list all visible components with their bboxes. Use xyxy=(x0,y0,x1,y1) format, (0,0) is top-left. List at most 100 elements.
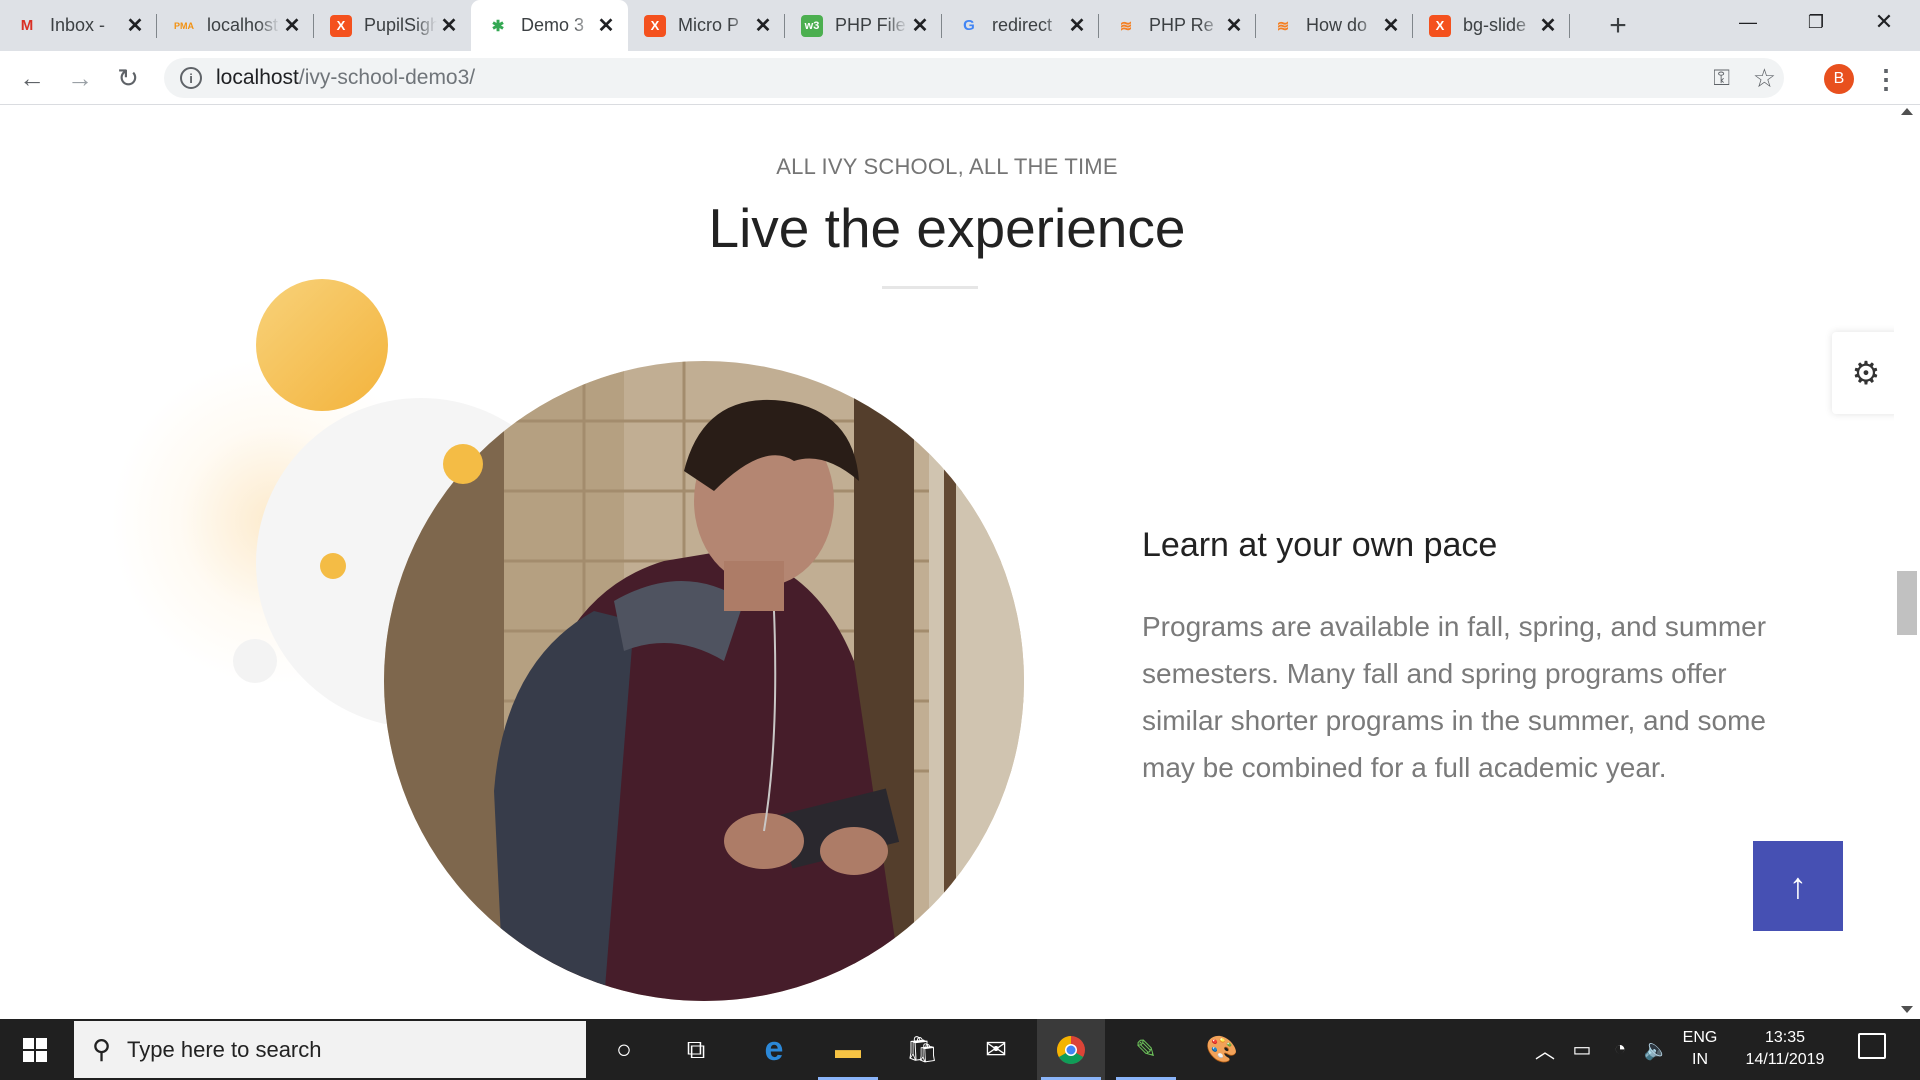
tab-close-icon[interactable]: ✕ xyxy=(751,14,775,38)
search-placeholder: Type here to search xyxy=(127,1036,322,1062)
notifications-icon[interactable] xyxy=(1858,1033,1886,1059)
tab-title: PupilSight xyxy=(364,15,437,35)
tab-favicon-icon: PMA xyxy=(174,20,194,31)
show-hidden-icons-chevron-icon[interactable]: ︿ xyxy=(1530,1019,1560,1080)
wifi-icon[interactable]: ◔ xyxy=(1604,1019,1636,1080)
bookmark-star-icon[interactable]: ☆ xyxy=(1753,63,1776,94)
scroll-up-arrow-icon[interactable] xyxy=(1901,108,1913,115)
tab-title: PHP File xyxy=(835,15,906,35)
tab-close-icon[interactable]: ✕ xyxy=(1536,14,1560,38)
region-code: IN xyxy=(1692,1051,1708,1068)
browser-tab[interactable]: X Micro P ✕ xyxy=(628,0,785,51)
address-bar[interactable]: i localhost/ivy-school-demo3/ ⚿ ☆ xyxy=(164,58,1784,98)
windows-taskbar: ⚲ Type here to search ○ ⧉ e ▬ 🛍 ✉ ✎ 🎨 ︿ … xyxy=(0,1019,1920,1080)
taskbar-search-box[interactable]: ⚲ Type here to search xyxy=(74,1021,586,1078)
scroll-to-top-button[interactable]: ↑ xyxy=(1753,841,1843,931)
clock-date: 14/11/2019 xyxy=(1745,1051,1825,1068)
tab-close-icon[interactable]: ✕ xyxy=(123,14,147,38)
tab-title: PHP Re xyxy=(1149,15,1214,35)
arrow-up-icon: ↑ xyxy=(1789,865,1807,906)
mail-icon[interactable]: ✉ xyxy=(962,1019,1030,1080)
browser-tab[interactable]: ≋ PHP Re ✕ xyxy=(1099,0,1256,51)
feature-title: Learn at your own pace xyxy=(1142,526,1498,564)
new-tab-button[interactable]: + xyxy=(1600,8,1636,44)
site-info-icon[interactable]: i xyxy=(180,67,202,89)
tab-close-icon[interactable]: ✕ xyxy=(1379,14,1403,38)
windows-logo-icon xyxy=(23,1037,47,1062)
browser-toolbar: ← → ↻ i localhost/ivy-school-demo3/ ⚿ ☆ … xyxy=(0,51,1920,105)
paint-icon[interactable]: 🎨 xyxy=(1188,1019,1256,1080)
close-window-button[interactable]: ✕ xyxy=(1852,0,1916,44)
url-text[interactable]: localhost/ivy-school-demo3/ xyxy=(216,66,475,90)
decorative-yellow-dot-small xyxy=(443,444,483,484)
page-scrollbar[interactable] xyxy=(1894,106,1920,1019)
browser-tab[interactable]: Xbg-slide ✕ xyxy=(1413,0,1570,51)
tab-close-icon[interactable]: ✕ xyxy=(1065,14,1089,38)
tab-close-icon[interactable]: ✕ xyxy=(908,14,932,38)
chrome-logo xyxy=(1057,1035,1085,1064)
minimize-button[interactable]: — xyxy=(1716,0,1780,44)
clock[interactable]: 13:35 14/11/2019 xyxy=(1725,1027,1845,1071)
key-icon[interactable]: ⚿ xyxy=(1713,65,1730,91)
tab-title: localhost xyxy=(207,15,279,35)
restore-button[interactable]: ❐ xyxy=(1784,0,1848,44)
tab-title: Inbox - xyxy=(50,15,106,35)
decorative-yellow-circle xyxy=(256,279,388,411)
scroll-thumb[interactable] xyxy=(1897,571,1917,635)
notepad-icon[interactable]: ✎ xyxy=(1112,1019,1180,1080)
tab-favicon-icon: ≋ xyxy=(1119,17,1133,35)
tab-title: How do xyxy=(1306,15,1368,35)
tab-favicon-icon: X xyxy=(330,14,352,37)
tab-separator xyxy=(1569,14,1570,38)
task-view-icon[interactable]: ⧉ xyxy=(662,1019,730,1080)
back-arrow-icon[interactable]: ← xyxy=(14,60,50,96)
tab-favicon-icon: G xyxy=(963,17,975,34)
store-icon[interactable]: 🛍 xyxy=(888,1019,956,1080)
more-menu-icon[interactable]: ⋮ xyxy=(1873,62,1899,96)
forward-arrow-icon[interactable]: → xyxy=(62,60,98,96)
clock-time: 13:35 xyxy=(1764,1029,1806,1046)
tab-favicon-icon: X xyxy=(1429,14,1451,37)
settings-panel-toggle[interactable]: ⚙ xyxy=(1832,332,1900,414)
tab-favicon-icon: ✱ xyxy=(491,17,505,35)
decorative-gray-dot xyxy=(233,639,277,683)
web-page: ALL IVY SCHOOL, ALL THE TIME Live the ex… xyxy=(0,106,1920,1019)
browser-tab[interactable]: ✱ Demo 3 ✕ xyxy=(471,0,628,51)
file-explorer-icon[interactable]: ▬ xyxy=(814,1019,882,1080)
tab-title: redirect xyxy=(992,15,1053,35)
tab-title: Micro P xyxy=(678,15,740,35)
edge-icon[interactable]: e xyxy=(740,1019,808,1080)
start-button[interactable] xyxy=(0,1019,70,1080)
gear-icon: ⚙ xyxy=(1851,355,1881,391)
tab-favicon-icon: ≋ xyxy=(1276,17,1290,35)
tab-close-icon[interactable]: ✕ xyxy=(280,14,304,38)
decorative-yellow-dot xyxy=(320,553,346,579)
cortana-icon[interactable]: ○ xyxy=(590,1019,658,1080)
feature-description: Programs are available in fall, spring, … xyxy=(1142,611,1767,783)
browser-tab[interactable]: M Inbox - ✕ xyxy=(0,0,157,51)
tab-close-icon[interactable]: ✕ xyxy=(437,14,461,38)
browser-tab[interactable]: X PupilSight ✕ xyxy=(314,0,471,51)
section-eyebrow: ALL IVY SCHOOL, ALL THE TIME xyxy=(776,154,1118,179)
chrome-icon[interactable] xyxy=(1037,1019,1105,1080)
browser-tab[interactable]: w3 PHP File ✕ xyxy=(785,0,942,51)
battery-icon[interactable]: ▭ xyxy=(1566,1019,1598,1080)
tab-close-icon[interactable]: ✕ xyxy=(594,14,618,38)
scroll-down-arrow-icon[interactable] xyxy=(1901,1006,1913,1013)
tab-title: bg-slide xyxy=(1463,15,1527,35)
browser-tab[interactable]: ≋ How do ✕ xyxy=(1256,0,1413,51)
browser-tab[interactable]: PMA localhost ✕ xyxy=(157,0,314,51)
language-indicator[interactable]: ENG IN xyxy=(1680,1027,1720,1071)
lang-code: ENG xyxy=(1682,1029,1718,1046)
profile-avatar[interactable]: B xyxy=(1824,64,1854,94)
tab-favicon-icon: X xyxy=(644,14,666,37)
url-host: localhost xyxy=(216,66,299,89)
tab-favicon-icon: M xyxy=(20,17,34,34)
search-icon: ⚲ xyxy=(92,1034,112,1064)
url-path: /ivy-school-demo3/ xyxy=(298,66,476,89)
browser-tab[interactable]: Gredirect ✕ xyxy=(942,0,1099,51)
tab-close-icon[interactable]: ✕ xyxy=(1222,14,1246,38)
reload-icon[interactable]: ↻ xyxy=(110,60,146,96)
browser-tab-strip: M Inbox - ✕ PMA localhost ✕ X PupilSight ✕ ✱ Demo… xyxy=(0,0,1920,51)
volume-icon[interactable]: 🔈 xyxy=(1640,1019,1672,1080)
